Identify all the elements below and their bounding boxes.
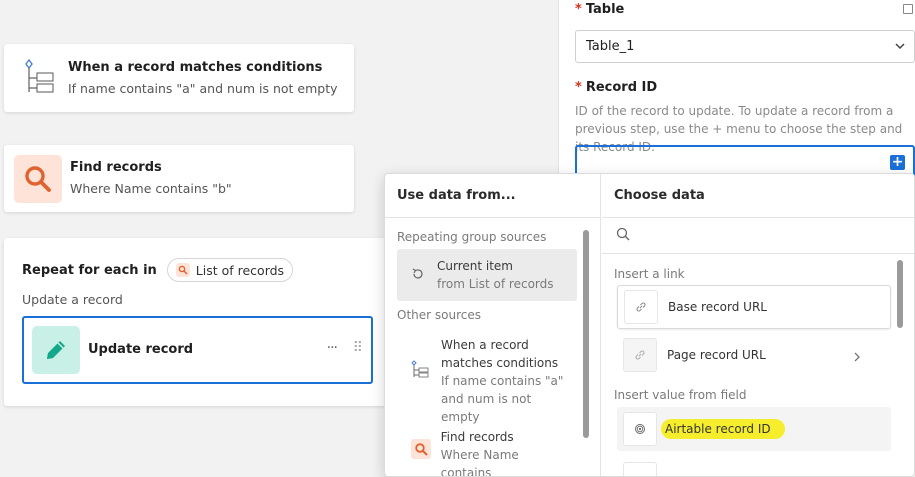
data-page-record-url[interactable]: Page record URL (617, 333, 891, 377)
table-label: Table (585, 2, 625, 17)
trigger-card[interactable]: When a record matches conditions If name… (4, 44, 354, 112)
choose-data-header: Choose data (602, 174, 914, 218)
source-scrollbar[interactable] (583, 230, 589, 438)
data-search-input[interactable] (602, 218, 914, 254)
insert-link-label: Insert a link (614, 267, 685, 281)
data-base-record-url[interactable]: Base record URL (617, 285, 891, 329)
search-icon (411, 439, 431, 459)
update-record-card[interactable]: Update record ··· ⠿ (22, 316, 373, 384)
other-trigger-title: When a record matches conditions (441, 338, 559, 370)
drag-handle-icon[interactable]: ⠿ (353, 340, 363, 356)
data-picker-popover: Use data from... Repeating group sources… (384, 173, 915, 477)
repeat-label: Repeat for each in (22, 262, 157, 278)
plus-button[interactable]: + (890, 155, 905, 170)
find-records-subtitle: Where Name contains "b" (70, 181, 232, 196)
chevron-down-icon (894, 40, 906, 56)
update-record-title: Update record (88, 342, 194, 357)
page-record-url-label: Page record URL (667, 348, 766, 362)
search-icon (616, 226, 630, 245)
source-list: Use data from... Repeating group sources… (385, 174, 601, 477)
data-next-icon (623, 462, 657, 476)
fingerprint-icon (623, 412, 657, 446)
use-data-from-header: Use data from... (385, 174, 600, 218)
search-icon (175, 263, 190, 277)
hierarchy-icon (411, 360, 429, 426)
other-find-subtitle: Where Name contains (440, 448, 519, 477)
chevron-right-icon[interactable] (853, 348, 861, 367)
record-id-label: Record ID (585, 80, 658, 95)
update-record-label: Update a record (22, 292, 123, 307)
refresh-icon (411, 266, 425, 285)
pencil-icon (32, 326, 80, 374)
source-trigger[interactable]: When a record matches conditions If name… (411, 336, 571, 426)
hierarchy-icon (20, 58, 60, 98)
source-find-records[interactable]: Find records Where Name contains (411, 428, 571, 477)
data-list: Choose data Insert a link Base record UR… (602, 174, 914, 476)
table-select[interactable]: Table_1 (575, 30, 915, 63)
data-airtable-record-id[interactable]: Airtable record ID (617, 407, 891, 451)
chip-label: List of records (195, 262, 285, 278)
search-icon (14, 154, 62, 203)
current-item-subtitle: from List of records (437, 277, 554, 291)
repeat-container: Repeat for each in List of records Updat… (4, 238, 386, 406)
trigger-title: When a record matches conditions (68, 59, 323, 75)
other-trigger-subtitle: If name contains "a" and num is not empt… (441, 374, 564, 424)
link-icon (624, 290, 658, 324)
list-of-records-chip[interactable]: List of records (166, 258, 294, 282)
insert-value-label: Insert value from field (614, 388, 747, 402)
airtable-record-id-label: Airtable record ID (661, 419, 785, 439)
base-record-url-label: Base record URL (668, 300, 767, 314)
trigger-subtitle: If name contains "a" and num is not empt… (68, 80, 338, 96)
table-select-value: Table_1 (586, 39, 635, 54)
other-find-title: Find records (440, 430, 514, 444)
more-options-icon[interactable]: ··· (327, 340, 338, 356)
source-current-item[interactable]: Current item from List of records (397, 249, 577, 301)
repeating-group-label: Repeating group sources (397, 230, 547, 244)
current-item-title: Current item (437, 259, 513, 273)
data-scrollbar[interactable] (897, 260, 903, 328)
find-records-title: Find records (70, 160, 162, 175)
find-records-card[interactable]: Find records Where Name contains "b" (4, 145, 354, 212)
other-sources-label: Other sources (397, 308, 481, 322)
expand-icon[interactable] (903, 4, 913, 14)
link-icon (623, 338, 657, 372)
